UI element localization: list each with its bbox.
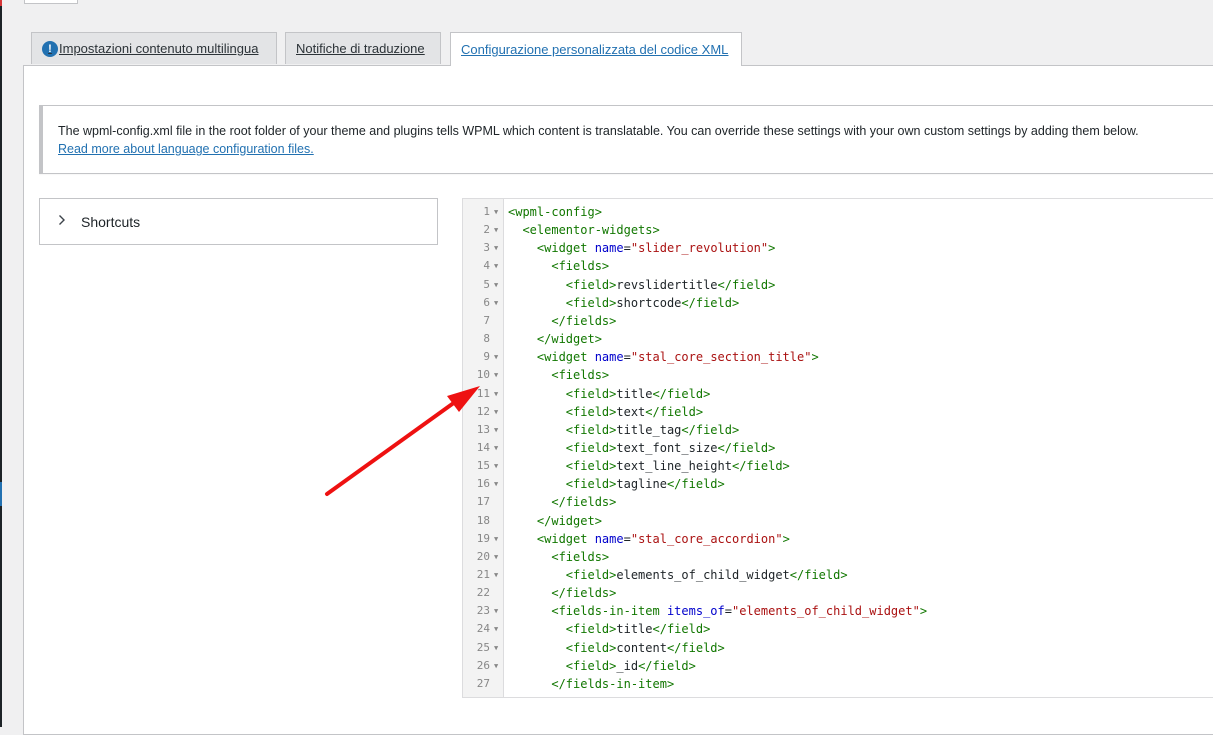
tab-label: Configurazione personalizzata del codice…: [461, 42, 729, 57]
line-code: </fields>: [551, 495, 617, 510]
fold-icon[interactable]: ▼: [494, 239, 498, 257]
line-code: <field>shortcode</field>: [565, 295, 740, 310]
line-code: <fields>: [551, 259, 610, 274]
tab-custom-xml-configuration[interactable]: Configurazione personalizzata del codice…: [450, 32, 742, 66]
line-number: 5: [483, 277, 490, 291]
fold-icon[interactable]: ▼: [494, 385, 498, 403]
tab-multilingual-content-settings[interactable]: ! Impostazioni contenuto multilingua: [31, 32, 277, 64]
line-number: 24: [476, 622, 490, 636]
line-code: </widget>: [536, 513, 602, 528]
line-code: <field>elements_of_child_widget</field>: [565, 568, 848, 582]
info-notice: The wpml-config.xml file in the root fol…: [39, 105, 1213, 174]
fold-icon[interactable]: ▼: [494, 602, 498, 620]
line-code: <fields>: [551, 368, 610, 383]
fold-icon[interactable]: ▼: [494, 639, 498, 657]
line-code: <field>title_tag</field>: [565, 422, 740, 437]
line-number: 27: [476, 676, 490, 690]
line-code: <field>text</field>: [565, 404, 704, 419]
line-number: 11: [476, 386, 490, 400]
chevron-right-icon: [58, 214, 70, 229]
top-fragment: [24, 0, 78, 4]
fold-icon[interactable]: ▼: [494, 475, 498, 493]
line-code: <widget name="stal_core_section_title">: [536, 350, 819, 365]
line-number: 3: [483, 241, 490, 255]
fold-icon[interactable]: ▼: [494, 421, 498, 439]
line-number: 6: [483, 295, 490, 309]
line-code: <field>text_font_size</field>: [565, 440, 776, 455]
line-number: 14: [476, 440, 490, 454]
line-number: 18: [476, 513, 490, 527]
tab-label: Notifiche di traduzione: [296, 41, 425, 56]
fold-icon[interactable]: ▼: [494, 657, 498, 675]
fold-icon[interactable]: ▼: [494, 403, 498, 421]
fold-icon[interactable]: ▼: [494, 294, 498, 312]
line-number: 1: [483, 205, 490, 218]
fold-icon[interactable]: ▼: [494, 548, 498, 566]
tab-label: Impostazioni contenuto multilingua: [59, 41, 259, 56]
fold-icon[interactable]: ▼: [494, 203, 498, 221]
shortcuts-label: Shortcuts: [81, 213, 141, 230]
config-files-link[interactable]: Read more about language configuration f…: [58, 142, 314, 156]
fold-icon[interactable]: ▼: [494, 257, 498, 275]
line-code: </fields>: [551, 313, 617, 328]
line-number: 25: [476, 640, 490, 654]
fold-icon[interactable]: ▼: [494, 221, 498, 239]
fold-icon[interactable]: ▼: [494, 439, 498, 457]
line-number: 22: [476, 586, 490, 600]
line-code: <field>title</field>: [565, 622, 711, 637]
fold-icon[interactable]: ▼: [494, 530, 498, 548]
line-number: 9: [483, 350, 490, 364]
line-code: <field>title</field>: [565, 386, 711, 401]
admin-menu-edge-blue: [0, 482, 2, 506]
line-code: <fields-in-item items_of="elements_of_ch…: [551, 604, 928, 619]
line-number: 19: [476, 531, 490, 545]
line-code: <fields>: [551, 549, 610, 564]
line-code: <field>text_line_height</field>: [565, 459, 790, 474]
line-number: 10: [476, 368, 490, 382]
tab-translation-notifications[interactable]: Notifiche di traduzione: [285, 32, 441, 64]
line-code: <widget name="stal_core_accordion">: [536, 531, 790, 546]
info-icon: !: [42, 40, 58, 57]
line-number: 2: [483, 223, 490, 237]
line-code: <wpml-config>: [508, 205, 602, 219]
line-code: <widget name="slider_revolution">: [536, 241, 776, 256]
notice-text: The wpml-config.xml file in the root fol…: [58, 124, 1139, 138]
line-number: 13: [476, 422, 490, 436]
fold-icon[interactable]: ▼: [494, 566, 498, 584]
fold-icon[interactable]: ▼: [494, 366, 498, 384]
line-number: 20: [476, 549, 490, 563]
line-code: <field>content</field>: [565, 640, 725, 655]
line-number: 4: [483, 259, 490, 273]
line-code: <field>_id</field>: [565, 658, 696, 673]
line-code: <field>revslidertitle</field>: [565, 277, 776, 292]
admin-menu-edge-red: [0, 0, 2, 6]
fold-icon[interactable]: ▼: [494, 620, 498, 638]
line-number: 26: [476, 658, 490, 672]
line-code: <elementor-widgets>: [522, 223, 660, 238]
fold-icon[interactable]: ▼: [494, 457, 498, 475]
line-number: 23: [476, 604, 490, 618]
fold-icon[interactable]: ▼: [494, 276, 498, 294]
xml-code-editor[interactable]: 1 ▼ <wpml-config> 2 ▼ <elementor-widgets> 3 ▼ …: [462, 198, 1213, 698]
line-code: <field>tagline</field>: [565, 477, 725, 492]
line-number: 8: [483, 332, 490, 346]
line-code: </widget>: [536, 332, 602, 347]
line-number: 15: [476, 459, 490, 473]
line-number: 17: [476, 495, 490, 509]
shortcuts-toggle[interactable]: Shortcuts: [39, 198, 438, 245]
line-code: </fields>: [551, 586, 617, 601]
line-number: 21: [476, 568, 490, 581]
fold-icon[interactable]: ▼: [494, 348, 498, 366]
line-code: </fields-in-item>: [551, 676, 675, 691]
line-number: 16: [476, 477, 490, 491]
admin-menu-edge: [0, 0, 2, 727]
line-number: 7: [483, 313, 490, 327]
line-number: 12: [476, 404, 490, 418]
